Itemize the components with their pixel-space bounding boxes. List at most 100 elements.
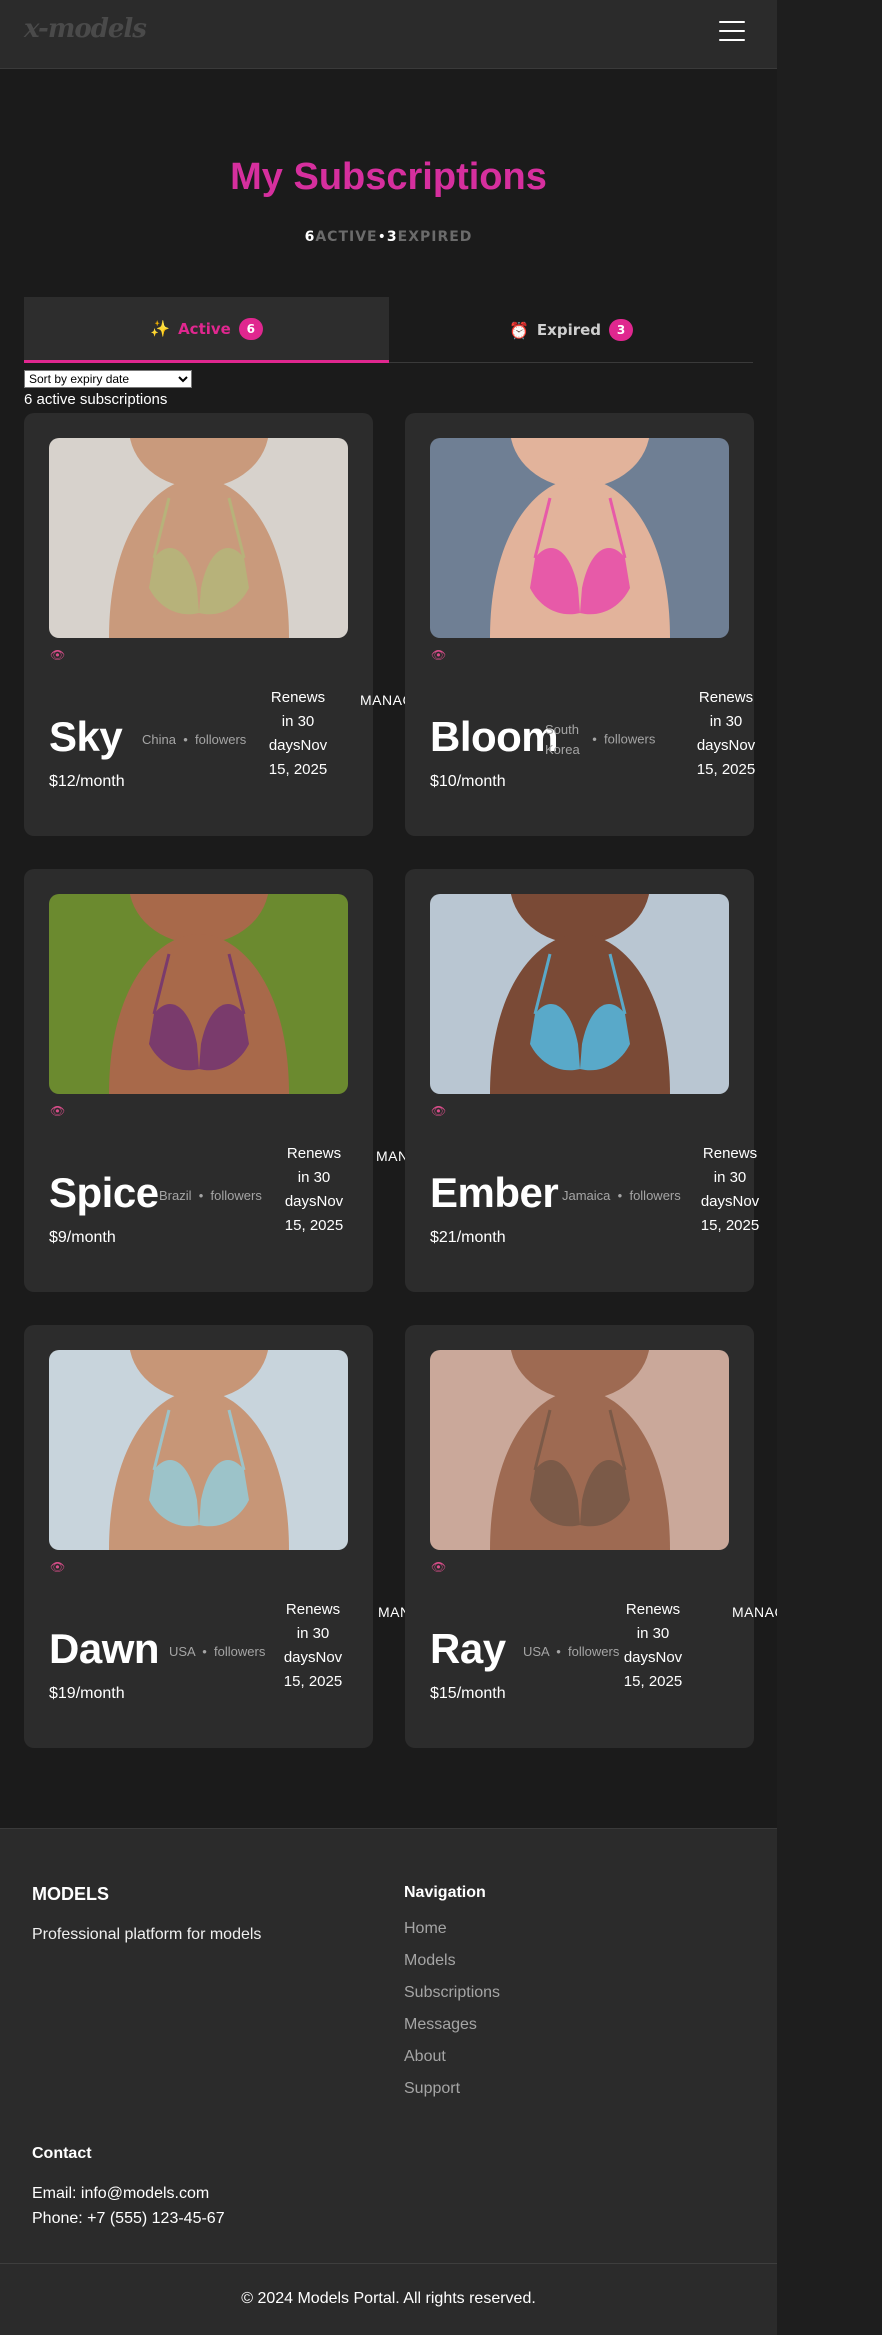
footer-copyright: © 2024 Models Portal. All rights reserve… xyxy=(241,2290,536,2307)
model-followers: followers xyxy=(195,732,247,747)
footer-contact-title: Contact xyxy=(32,2145,92,2162)
logo[interactable]: x-models xyxy=(24,14,147,44)
model-photo-image xyxy=(49,1350,348,1550)
footer-nav-title: Navigation xyxy=(404,1884,486,1901)
model-photo[interactable] xyxy=(430,1350,729,1550)
model-name[interactable]: Spice xyxy=(49,1169,159,1217)
expired-count-label: EXPIRED xyxy=(397,229,473,245)
model-photo[interactable] xyxy=(430,438,729,638)
expired-count: 3 xyxy=(386,229,398,245)
renewal-info: Renews in 30 daysNov 15, 2025 xyxy=(700,1145,760,1234)
footer-phone[interactable]: Phone: +7 (555) 123-45-67 xyxy=(32,2210,225,2228)
alarm-clock-icon: ⏰ xyxy=(508,320,529,340)
page-title: My Subscriptions xyxy=(230,156,547,198)
footer-brand: MODELS xyxy=(32,1884,110,1904)
sort-select[interactable]: Sort by expiry date xyxy=(24,370,192,388)
tab-expired-label: Expired xyxy=(536,321,602,339)
subscription-counts: 6ACTIVE•3EXPIRED xyxy=(0,229,777,245)
subscription-card[interactable]: 👁 Bloom South Korea • followers $10/mont… xyxy=(405,413,846,836)
model-followers: followers xyxy=(568,1644,620,1659)
count-separator: • xyxy=(377,229,387,245)
model-photo-image xyxy=(49,438,348,638)
active-subscriptions-count: 6 active subscriptions xyxy=(24,391,168,408)
footer-divider xyxy=(0,2263,777,2264)
model-name[interactable]: Bloom xyxy=(430,713,559,761)
model-followers: followers xyxy=(214,1644,266,1659)
model-name[interactable]: Ember xyxy=(430,1169,559,1217)
footer-nav: Home Models Subscriptions Messages About… xyxy=(404,1920,500,2112)
active-count: 6 xyxy=(304,229,316,245)
footer-link-about[interactable]: About xyxy=(404,2048,500,2080)
model-followers: followers xyxy=(210,1188,262,1203)
model-name[interactable]: Dawn xyxy=(49,1625,160,1673)
subscription-price: $19/month xyxy=(49,1685,125,1702)
renewal-info: Renews in 30 daysNov 15, 2025 xyxy=(623,1601,683,1690)
renewal-info: Renews in 30 daysNov 15, 2025 xyxy=(696,689,756,778)
views-icon: 👁 xyxy=(431,648,447,662)
subscription-price: $9/month xyxy=(49,1229,116,1246)
model-photo[interactable] xyxy=(49,1350,348,1550)
model-photo[interactable] xyxy=(430,894,729,1094)
subscription-price: $15/month xyxy=(430,1685,506,1702)
model-country: USA xyxy=(523,1644,550,1659)
model-photo-image xyxy=(49,894,348,1094)
meta-separator: • xyxy=(195,1188,207,1203)
model-meta: South Korea • followers xyxy=(545,720,675,760)
meta-separator: • xyxy=(614,1188,626,1203)
subscription-card[interactable]: 👁 Ember Jamaica • followers $21/month Re… xyxy=(405,869,855,1292)
model-country: China xyxy=(142,732,176,747)
views-icon: 👁 xyxy=(431,1560,447,1574)
renewal-info: Renews in 30 daysNov 15, 2025 xyxy=(283,1601,343,1690)
tab-expired[interactable]: ⏰ Expired 3 xyxy=(389,297,753,363)
tab-active-badge: 6 xyxy=(238,317,263,340)
views-icon: 👁 xyxy=(50,1560,66,1574)
renewal-info: Renews in 30 daysNov 15, 2025 xyxy=(268,689,328,778)
model-country: USA xyxy=(169,1644,196,1659)
top-bar: x-models xyxy=(0,0,777,69)
renewal-info: Renews in 30 daysNov 15, 2025 xyxy=(284,1145,344,1234)
subscription-card[interactable]: 👁 Sky China • followers $12/month Renews… xyxy=(24,413,423,836)
subscription-price: $12/month xyxy=(49,773,125,790)
tab-expired-badge: 3 xyxy=(609,319,634,341)
model-photo-image xyxy=(430,438,729,638)
views-icon: 👁 xyxy=(50,648,66,662)
footer-tagline: Professional platform for models xyxy=(32,1926,262,1943)
model-photo[interactable] xyxy=(49,894,348,1094)
menu-icon[interactable] xyxy=(717,21,747,47)
footer: MODELS Professional platform for models … xyxy=(0,1828,777,2335)
right-gutter xyxy=(777,0,882,2335)
model-followers: followers xyxy=(629,1188,681,1203)
subscription-card[interactable]: 👁 Spice Brazil • followers $9/month Rene… xyxy=(24,869,439,1292)
model-followers: followers xyxy=(604,731,656,747)
subscription-card[interactable]: 👁 Ray USA • followers $15/month Renews i… xyxy=(405,1325,795,1748)
meta-separator: • xyxy=(179,732,192,747)
subscription-tabs: ✨ Active 6 ⏰ Expired 3 xyxy=(24,297,753,363)
footer-link-subscriptions[interactable]: Subscriptions xyxy=(404,1984,500,2016)
model-name[interactable]: Ray xyxy=(430,1625,506,1673)
footer-link-models[interactable]: Models xyxy=(404,1952,500,1984)
footer-email[interactable]: Email: info@models.com xyxy=(32,2185,209,2203)
active-count-label: ACTIVE xyxy=(315,229,378,245)
model-country: Jamaica xyxy=(562,1188,611,1203)
model-name[interactable]: Sky xyxy=(49,713,123,761)
model-photo[interactable] xyxy=(49,438,348,638)
meta-separator: • xyxy=(552,1644,565,1659)
subscription-price: $10/month xyxy=(430,773,506,790)
views-icon: 👁 xyxy=(50,1104,66,1118)
footer-link-support[interactable]: Support xyxy=(404,2080,500,2112)
model-photo-image xyxy=(430,1350,729,1550)
meta-separator: • xyxy=(198,1644,211,1659)
tab-active[interactable]: ✨ Active 6 xyxy=(24,297,389,363)
footer-link-messages[interactable]: Messages xyxy=(404,2016,500,2048)
tab-active-label: Active xyxy=(178,319,231,338)
views-icon: 👁 xyxy=(431,1104,447,1118)
page: x-models My Subscriptions 6ACTIVE•3EXPIR… xyxy=(0,0,855,2335)
sparkles-icon: ✨ xyxy=(150,319,171,338)
model-photo-image xyxy=(430,894,729,1094)
meta-separator: • xyxy=(588,731,601,747)
model-country: Brazil xyxy=(159,1188,192,1203)
model-country: South Korea xyxy=(545,722,580,757)
subscription-card[interactable]: 👁 Dawn USA • followers $19/month Renews … xyxy=(24,1325,441,1748)
footer-link-home[interactable]: Home xyxy=(404,1920,500,1952)
subscription-price: $21/month xyxy=(430,1229,506,1246)
